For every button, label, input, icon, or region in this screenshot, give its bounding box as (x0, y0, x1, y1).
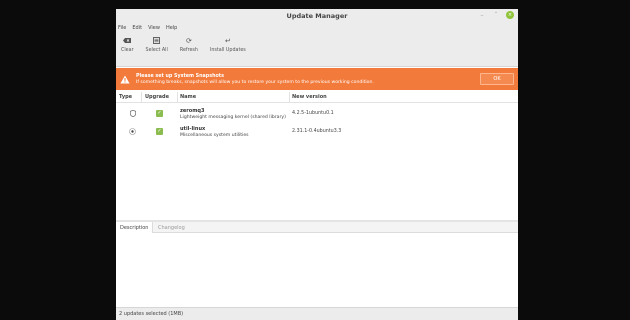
upgrade-checkbox[interactable]: ✓ (156, 128, 163, 135)
window-controls: – ˆ × (478, 11, 514, 19)
shield-icon (129, 110, 136, 117)
menu-view[interactable]: View (148, 25, 160, 31)
tab-changelog[interactable]: Changelog (154, 222, 189, 233)
column-header-name[interactable]: Name (180, 94, 196, 100)
package-description: Miscellaneous system utilities (180, 133, 249, 138)
status-text: 2 updates selected (1MB) (119, 311, 184, 317)
refresh-button[interactable]: ⟳ Refresh (180, 37, 198, 53)
column-separator (289, 92, 290, 103)
package-description: Lightweight messaging kernel (shared lib… (180, 115, 286, 120)
description-pane (116, 233, 518, 308)
update-manager-window: Update Manager – ˆ × File Edit View Help… (116, 9, 518, 320)
menu-help[interactable]: Help (166, 25, 177, 31)
menu-bar: File Edit View Help (116, 23, 518, 33)
eraser-icon (123, 37, 132, 45)
clear-button[interactable]: Clear (121, 37, 134, 53)
package-icon (129, 128, 136, 135)
table-row[interactable]: ✓ util-linux Miscellaneous system utilit… (116, 123, 518, 141)
banner-message: If something breaks, snapshots will allo… (136, 79, 374, 85)
package-name: zeromq3 (180, 108, 205, 114)
column-header-version[interactable]: New version (292, 94, 327, 100)
table-row[interactable]: ✓ zeromq3 Lightweight messaging kernel (… (116, 105, 518, 123)
banner-title: Please set up System Snapshots (136, 73, 224, 79)
banner-ok-button[interactable]: OK (480, 73, 514, 85)
package-name: util-linux (180, 126, 206, 132)
status-bar: 2 updates selected (1MB) (116, 307, 518, 320)
close-icon[interactable]: × (506, 11, 514, 19)
package-cell: zeromq3 Lightweight messaging kernel (sh… (180, 108, 286, 120)
package-version: 4.2.5-1ubuntu0.1 (292, 111, 334, 116)
menu-file[interactable]: File (118, 25, 126, 31)
tab-description[interactable]: Description (116, 222, 154, 233)
menu-edit[interactable]: Edit (132, 25, 142, 31)
column-header-type[interactable]: Type (119, 94, 132, 100)
toolbar: Clear Select All ⟳ Refresh ↵ Install Upd… (116, 33, 518, 67)
upgrade-checkbox[interactable]: ✓ (156, 110, 163, 117)
column-separator (141, 92, 142, 103)
return-arrow-icon: ↵ (224, 37, 231, 45)
select-all-icon (153, 37, 161, 45)
details-tabs: Description Changelog (116, 222, 518, 233)
minimize-icon[interactable]: – (478, 11, 486, 19)
snapshot-warning-banner: Please set up System Snapshots If someth… (116, 68, 518, 90)
warning-icon (120, 74, 130, 84)
column-header-upgrade[interactable]: Upgrade (145, 94, 169, 100)
select-all-button[interactable]: Select All (146, 37, 168, 53)
package-version: 2.31.1-0.4ubuntu3.3 (292, 129, 342, 134)
refresh-icon: ⟳ (185, 37, 192, 45)
install-updates-button[interactable]: ↵ Install Updates (210, 37, 246, 53)
window-title: Update Manager (286, 12, 348, 20)
column-separator (177, 92, 178, 103)
banner-texts: Please set up System Snapshots If someth… (136, 74, 374, 85)
updates-table: Type Upgrade Name New version ✓ zeromq3 … (116, 92, 518, 220)
title-bar[interactable]: Update Manager – ˆ × (116, 9, 518, 23)
table-header: Type Upgrade Name New version (116, 92, 518, 103)
package-cell: util-linux Miscellaneous system utilitie… (180, 126, 249, 138)
maximize-icon[interactable]: ˆ (492, 11, 500, 19)
